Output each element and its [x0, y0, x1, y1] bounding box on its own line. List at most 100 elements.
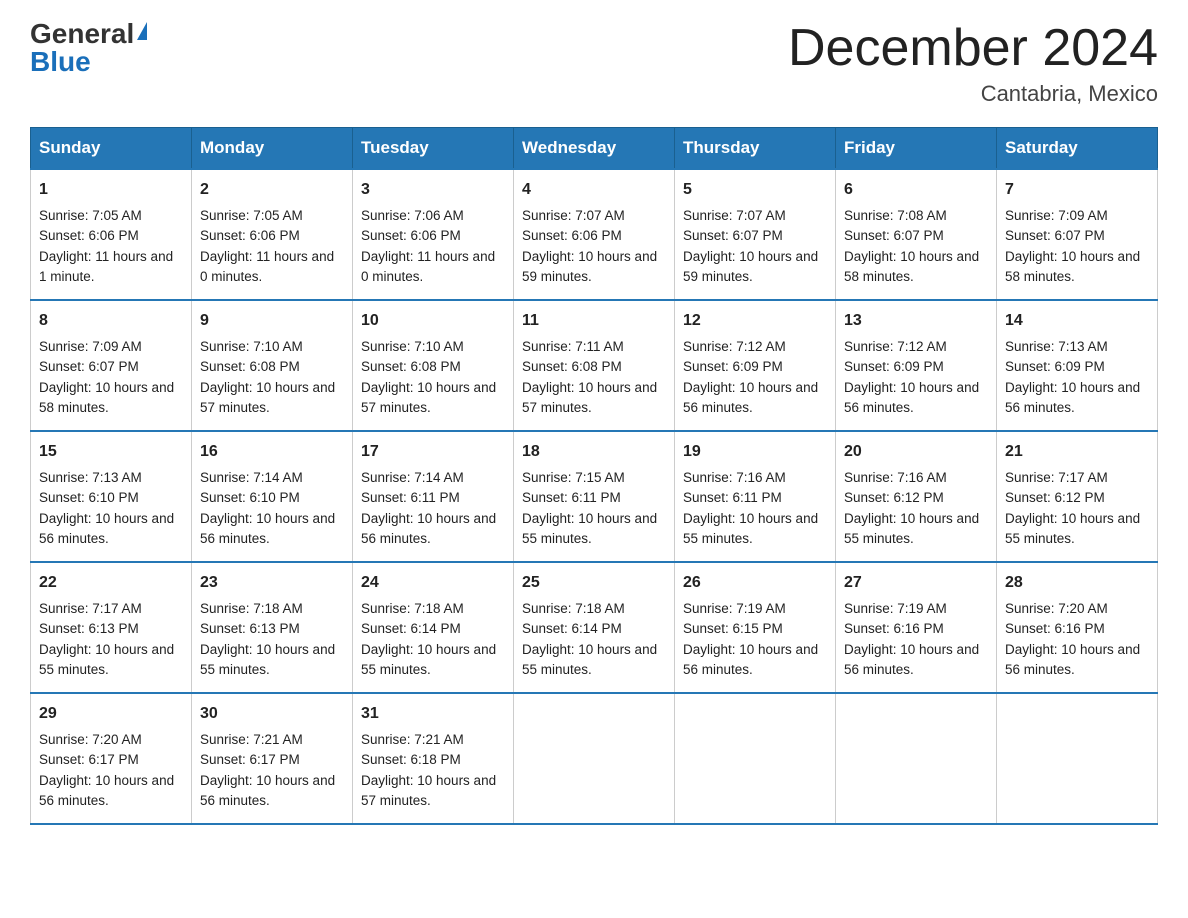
- daylight-label: Daylight: 10 hours and 57 minutes.: [522, 380, 657, 415]
- sunrise-label: Sunrise: 7:08 AM: [844, 208, 947, 223]
- sunset-label: Sunset: 6:11 PM: [361, 490, 460, 505]
- day-number: 21: [1005, 440, 1149, 464]
- day-number: 2: [200, 178, 344, 202]
- sunset-label: Sunset: 6:15 PM: [683, 621, 783, 636]
- sunrise-label: Sunrise: 7:07 AM: [522, 208, 625, 223]
- sunset-label: Sunset: 6:07 PM: [1005, 228, 1105, 243]
- daylight-label: Daylight: 10 hours and 59 minutes.: [522, 249, 657, 284]
- daylight-label: Daylight: 10 hours and 55 minutes.: [844, 511, 979, 546]
- sunset-label: Sunset: 6:10 PM: [39, 490, 139, 505]
- sunset-label: Sunset: 6:16 PM: [844, 621, 944, 636]
- calendar-cell: [836, 693, 997, 824]
- sunrise-label: Sunrise: 7:14 AM: [361, 470, 464, 485]
- calendar-cell: 6 Sunrise: 7:08 AM Sunset: 6:07 PM Dayli…: [836, 169, 997, 300]
- day-number: 7: [1005, 178, 1149, 202]
- sunset-label: Sunset: 6:08 PM: [522, 359, 622, 374]
- sunset-label: Sunset: 6:11 PM: [683, 490, 782, 505]
- daylight-label: Daylight: 10 hours and 56 minutes.: [1005, 642, 1140, 677]
- week-row-4: 22 Sunrise: 7:17 AM Sunset: 6:13 PM Dayl…: [31, 562, 1158, 693]
- sunrise-label: Sunrise: 7:12 AM: [683, 339, 786, 354]
- day-number: 19: [683, 440, 827, 464]
- sunset-label: Sunset: 6:17 PM: [200, 752, 300, 767]
- daylight-label: Daylight: 11 hours and 0 minutes.: [361, 249, 495, 284]
- sunset-label: Sunset: 6:06 PM: [39, 228, 139, 243]
- sunrise-label: Sunrise: 7:21 AM: [200, 732, 303, 747]
- day-number: 20: [844, 440, 988, 464]
- daylight-label: Daylight: 10 hours and 58 minutes.: [844, 249, 979, 284]
- sunrise-label: Sunrise: 7:05 AM: [39, 208, 142, 223]
- calendar-cell: 24 Sunrise: 7:18 AM Sunset: 6:14 PM Dayl…: [353, 562, 514, 693]
- sunrise-label: Sunrise: 7:16 AM: [683, 470, 786, 485]
- day-number: 12: [683, 309, 827, 333]
- day-number: 13: [844, 309, 988, 333]
- sunrise-label: Sunrise: 7:06 AM: [361, 208, 464, 223]
- daylight-label: Daylight: 10 hours and 59 minutes.: [683, 249, 818, 284]
- calendar-cell: 14 Sunrise: 7:13 AM Sunset: 6:09 PM Dayl…: [997, 300, 1158, 431]
- sunset-label: Sunset: 6:07 PM: [844, 228, 944, 243]
- day-number: 16: [200, 440, 344, 464]
- sunrise-label: Sunrise: 7:10 AM: [200, 339, 303, 354]
- calendar-cell: 11 Sunrise: 7:11 AM Sunset: 6:08 PM Dayl…: [514, 300, 675, 431]
- week-row-5: 29 Sunrise: 7:20 AM Sunset: 6:17 PM Dayl…: [31, 693, 1158, 824]
- sunset-label: Sunset: 6:16 PM: [1005, 621, 1105, 636]
- day-number: 27: [844, 571, 988, 595]
- sunrise-label: Sunrise: 7:19 AM: [683, 601, 786, 616]
- sunrise-label: Sunrise: 7:09 AM: [39, 339, 142, 354]
- sunrise-label: Sunrise: 7:15 AM: [522, 470, 625, 485]
- day-number: 30: [200, 702, 344, 726]
- calendar-cell: 4 Sunrise: 7:07 AM Sunset: 6:06 PM Dayli…: [514, 169, 675, 300]
- calendar-cell: 26 Sunrise: 7:19 AM Sunset: 6:15 PM Dayl…: [675, 562, 836, 693]
- day-number: 26: [683, 571, 827, 595]
- daylight-label: Daylight: 10 hours and 56 minutes.: [683, 642, 818, 677]
- sunset-label: Sunset: 6:18 PM: [361, 752, 461, 767]
- sunrise-label: Sunrise: 7:18 AM: [522, 601, 625, 616]
- day-number: 18: [522, 440, 666, 464]
- sunrise-label: Sunrise: 7:18 AM: [361, 601, 464, 616]
- day-number: 23: [200, 571, 344, 595]
- calendar-cell: 25 Sunrise: 7:18 AM Sunset: 6:14 PM Dayl…: [514, 562, 675, 693]
- calendar-table: SundayMondayTuesdayWednesdayThursdayFrid…: [30, 127, 1158, 825]
- page-header: General Blue December 2024 Cantabria, Me…: [30, 20, 1158, 107]
- column-header-monday: Monday: [192, 128, 353, 170]
- sunset-label: Sunset: 6:14 PM: [522, 621, 622, 636]
- daylight-label: Daylight: 10 hours and 56 minutes.: [844, 642, 979, 677]
- sunset-label: Sunset: 6:13 PM: [200, 621, 300, 636]
- column-header-thursday: Thursday: [675, 128, 836, 170]
- daylight-label: Daylight: 10 hours and 56 minutes.: [200, 511, 335, 546]
- calendar-cell: 13 Sunrise: 7:12 AM Sunset: 6:09 PM Dayl…: [836, 300, 997, 431]
- day-number: 8: [39, 309, 183, 333]
- day-number: 17: [361, 440, 505, 464]
- calendar-cell: 27 Sunrise: 7:19 AM Sunset: 6:16 PM Dayl…: [836, 562, 997, 693]
- sunset-label: Sunset: 6:09 PM: [844, 359, 944, 374]
- calendar-cell: 29 Sunrise: 7:20 AM Sunset: 6:17 PM Dayl…: [31, 693, 192, 824]
- sunrise-label: Sunrise: 7:21 AM: [361, 732, 464, 747]
- sunset-label: Sunset: 6:09 PM: [1005, 359, 1105, 374]
- calendar-cell: [997, 693, 1158, 824]
- daylight-label: Daylight: 10 hours and 55 minutes.: [361, 642, 496, 677]
- daylight-label: Daylight: 10 hours and 56 minutes.: [1005, 380, 1140, 415]
- column-header-friday: Friday: [836, 128, 997, 170]
- day-number: 15: [39, 440, 183, 464]
- calendar-cell: 17 Sunrise: 7:14 AM Sunset: 6:11 PM Dayl…: [353, 431, 514, 562]
- sunset-label: Sunset: 6:08 PM: [361, 359, 461, 374]
- daylight-label: Daylight: 10 hours and 58 minutes.: [1005, 249, 1140, 284]
- calendar-cell: 20 Sunrise: 7:16 AM Sunset: 6:12 PM Dayl…: [836, 431, 997, 562]
- daylight-label: Daylight: 10 hours and 55 minutes.: [522, 642, 657, 677]
- sunrise-label: Sunrise: 7:05 AM: [200, 208, 303, 223]
- calendar-cell: 15 Sunrise: 7:13 AM Sunset: 6:10 PM Dayl…: [31, 431, 192, 562]
- sunset-label: Sunset: 6:12 PM: [1005, 490, 1105, 505]
- day-number: 14: [1005, 309, 1149, 333]
- day-number: 5: [683, 178, 827, 202]
- calendar-cell: 12 Sunrise: 7:12 AM Sunset: 6:09 PM Dayl…: [675, 300, 836, 431]
- daylight-label: Daylight: 10 hours and 56 minutes.: [39, 511, 174, 546]
- sunrise-label: Sunrise: 7:13 AM: [1005, 339, 1108, 354]
- sunset-label: Sunset: 6:11 PM: [522, 490, 621, 505]
- column-header-wednesday: Wednesday: [514, 128, 675, 170]
- sunrise-label: Sunrise: 7:20 AM: [39, 732, 142, 747]
- calendar-cell: 3 Sunrise: 7:06 AM Sunset: 6:06 PM Dayli…: [353, 169, 514, 300]
- location-title: Cantabria, Mexico: [788, 81, 1158, 107]
- daylight-label: Daylight: 10 hours and 55 minutes.: [200, 642, 335, 677]
- column-header-tuesday: Tuesday: [353, 128, 514, 170]
- calendar-cell: 22 Sunrise: 7:17 AM Sunset: 6:13 PM Dayl…: [31, 562, 192, 693]
- daylight-label: Daylight: 10 hours and 55 minutes.: [1005, 511, 1140, 546]
